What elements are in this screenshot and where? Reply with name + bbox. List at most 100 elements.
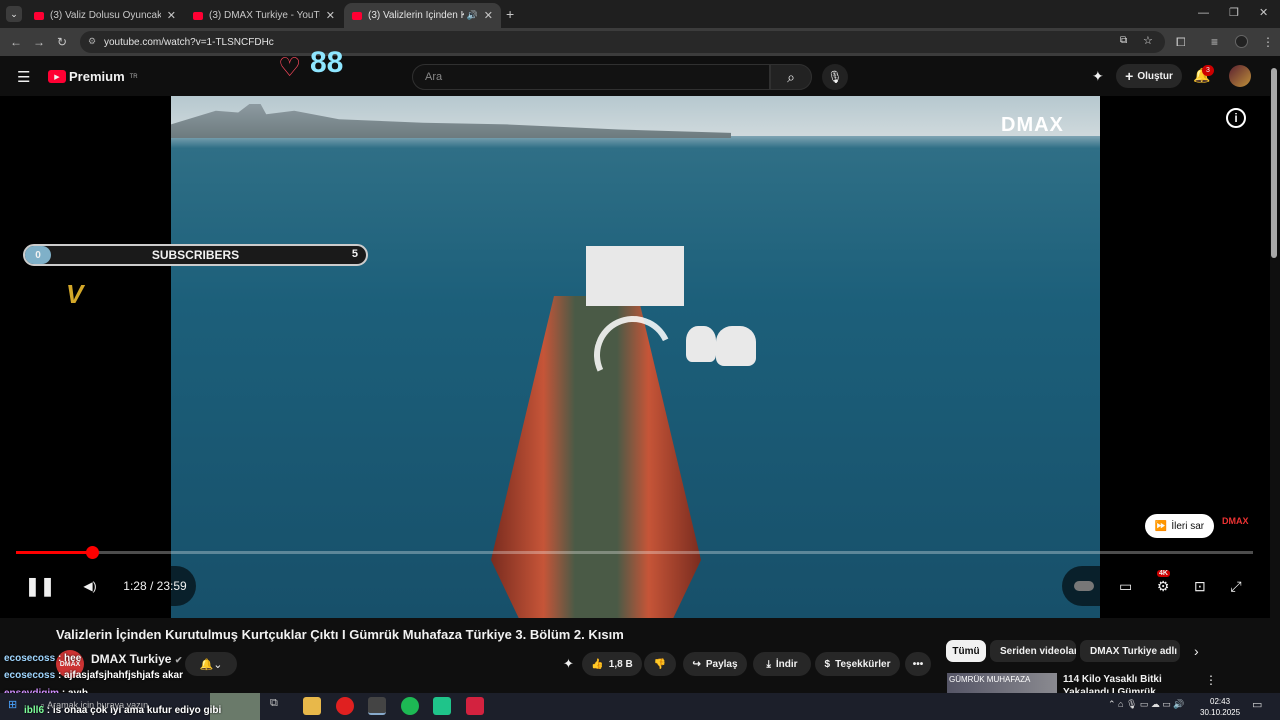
more-actions-button[interactable]: •••: [905, 652, 931, 676]
opera-icon[interactable]: [336, 697, 354, 715]
new-tab-icon[interactable]: +: [506, 6, 514, 22]
site-info-icon[interactable]: ⚙: [88, 36, 96, 47]
restore-icon[interactable]: ❐: [1229, 6, 1239, 19]
chip-from-channel[interactable]: DMAX Turkiye adlı yü: [1080, 640, 1180, 662]
hamburger-menu-icon[interactable]: ☰: [17, 68, 30, 86]
premium-lite-icon[interactable]: ✦: [1092, 68, 1104, 85]
menu-dots-icon[interactable]: ⋮: [1262, 35, 1274, 49]
windows-start-icon[interactable]: ⊞: [8, 698, 17, 711]
thumbs-up-icon: 👍: [591, 658, 604, 670]
bell-icon: 🔔: [199, 658, 214, 671]
notification-count-badge: 3: [1202, 65, 1214, 76]
youtube-premium-logo[interactable]: ▶ Premium TR: [48, 69, 138, 84]
forward-icon[interactable]: →: [33, 35, 45, 49]
taskbar-clock[interactable]: 02:43 30.10.2025: [1200, 696, 1240, 718]
chat-message: ibll6 : is onaa çok iyi ama kufur ediyo …: [24, 705, 221, 716]
file-explorer-icon[interactable]: [303, 697, 321, 715]
settings-gear-icon[interactable]: ⚙: [1157, 578, 1170, 595]
tab-title: (3) DMAX Turkiye - YouTube: [209, 10, 320, 21]
reload-icon[interactable]: ↻: [57, 35, 67, 49]
browser-tab-bar: ⌄ (3) Valiz Dolusu Oyuncak | Güm ✕ (3) D…: [0, 0, 1280, 28]
tab-valizlerin-icinden[interactable]: (3) Valizlerin İçinden Kurutu 🔊 ✕: [344, 3, 501, 28]
thumbs-down-icon: 👎: [653, 658, 667, 670]
premium-sparkle-icon[interactable]: ✦: [563, 656, 574, 672]
download-label: İndir: [775, 658, 798, 670]
voice-search-button[interactable]: 🎙: [822, 64, 848, 90]
microphone-icon: 🎙: [827, 70, 843, 84]
video-player[interactable]: DMAX i ♡ 88 0 SUBSCRIBERS 5 V ⏩ İleri sa…: [0, 46, 1270, 618]
subtitles-icon[interactable]: ▭: [1119, 578, 1132, 595]
chevron-right-icon[interactable]: ›: [1194, 643, 1199, 659]
autoplay-toggle[interactable]: [1074, 581, 1095, 591]
page-scrollbar[interactable]: [1271, 68, 1277, 258]
progress-fill: [16, 551, 93, 554]
fullscreen-icon[interactable]: ⤢: [1230, 578, 1241, 595]
close-icon[interactable]: ✕: [484, 9, 493, 22]
tab-dmax-turkiye[interactable]: (3) DMAX Turkiye - YouTube ✕: [185, 3, 343, 28]
youtube-favicon-icon: [352, 11, 362, 20]
pause-button[interactable]: ❚❚: [18, 566, 62, 606]
more-dots-icon: •••: [912, 658, 924, 670]
system-tray-icons[interactable]: ⌃ ⌂ 🎙 ▭ ☁ ▭ 🔊: [1108, 699, 1185, 710]
speaker-icon[interactable]: 🔊: [467, 10, 478, 21]
patrol-boat: [716, 326, 756, 366]
bookmark-star-icon[interactable]: ☆: [1143, 34, 1153, 47]
skip-forward-button[interactable]: ⏩ İleri sar: [1145, 514, 1214, 538]
youtube-masthead: ☰ ▶ Premium TR Ara ⌕ 🎙 ✦ + Oluştur 🔔 3: [0, 56, 1280, 96]
region-code: TR: [129, 73, 138, 80]
close-icon[interactable]: ✕: [167, 9, 176, 22]
like-button[interactable]: 👍 1,8 B: [582, 652, 642, 676]
tab-title: (3) Valizlerin İçinden Kurutu: [368, 10, 464, 21]
channel-name[interactable]: DMAX Turkiye ✔: [91, 652, 182, 666]
tab-search-icon[interactable]: ⌄: [6, 6, 22, 22]
media-control-icon[interactable]: ≡: [1211, 35, 1218, 49]
search-button[interactable]: ⌕: [770, 64, 812, 90]
download-icon: ⤓: [766, 658, 771, 670]
search-input[interactable]: Ara: [412, 64, 770, 90]
subscription-bell-button[interactable]: 🔔 ⌄: [185, 652, 237, 676]
url-input[interactable]: ⚙ youtube.com/watch?v=1-TLSNCFDHc ⧉ ☆: [80, 31, 1165, 53]
back-icon[interactable]: ←: [10, 35, 22, 49]
time-display: 1:28 / 23:59: [114, 566, 196, 606]
share-button[interactable]: ↪ Paylaş: [683, 652, 747, 676]
chip-series[interactable]: Seriden videolar: [990, 640, 1076, 662]
extensions-icon[interactable]: ⧠: [1176, 35, 1186, 50]
notification-center-icon[interactable]: ▭: [1252, 698, 1262, 711]
plus-icon: +: [1125, 68, 1134, 84]
close-window-icon[interactable]: ✕: [1259, 6, 1268, 19]
profile-avatar[interactable]: [1235, 35, 1248, 48]
volume-button[interactable]: ◀): [72, 566, 108, 606]
miniplayer-icon[interactable]: ⊡: [1194, 578, 1206, 595]
streamlabs-icon[interactable]: [433, 697, 451, 715]
thanks-label: Teşekkürler: [835, 658, 891, 670]
fast-forward-icon: ⏩: [1154, 520, 1168, 532]
video-title: Valizlerin İçinden Kurutulmuş Kurtçuklar…: [56, 627, 624, 642]
progress-bar[interactable]: [16, 546, 1253, 559]
account-avatar[interactable]: [1229, 65, 1251, 87]
app-icon[interactable]: [466, 697, 484, 715]
thanks-button[interactable]: $ Teşekkürler: [815, 652, 900, 676]
chat-message: ecosecoss : ajfasjafsjhahfjshjafs akar: [4, 670, 183, 681]
subscriber-goal-bar: 0 SUBSCRIBERS 5: [23, 244, 368, 266]
dislike-button[interactable]: 👎: [644, 652, 676, 676]
close-icon[interactable]: ✕: [326, 9, 335, 22]
subscriber-goal-start: 0: [25, 246, 51, 264]
progress-scrubber[interactable]: [86, 546, 100, 559]
minimize-icon[interactable]: —: [1198, 7, 1209, 19]
chip-all[interactable]: Tümü: [946, 640, 986, 662]
task-view-icon[interactable]: ⧉: [270, 697, 288, 715]
download-button[interactable]: ⤓ İndir: [753, 652, 811, 676]
chrome-icon[interactable]: [368, 697, 386, 715]
skip-label: İleri sar: [1171, 520, 1205, 532]
chat-user: ecosecoss: [4, 670, 56, 681]
info-icon[interactable]: i: [1226, 108, 1246, 128]
tab-valiz-dolusu[interactable]: (3) Valiz Dolusu Oyuncak | Güm ✕: [26, 3, 184, 28]
video-frame[interactable]: DMAX: [171, 96, 1100, 618]
cast-icon[interactable]: ⧉: [1120, 35, 1127, 46]
recommendation-menu-icon[interactable]: ⋮: [1205, 673, 1217, 687]
create-button[interactable]: + Oluştur: [1116, 64, 1182, 88]
channel-name-text: DMAX Turkiye: [91, 652, 172, 666]
chat-text: : is onaa çok iyi ama kufur ediyo gibi: [46, 705, 222, 716]
spotify-icon[interactable]: [401, 697, 419, 715]
quality-badge: 4K: [1157, 570, 1170, 577]
